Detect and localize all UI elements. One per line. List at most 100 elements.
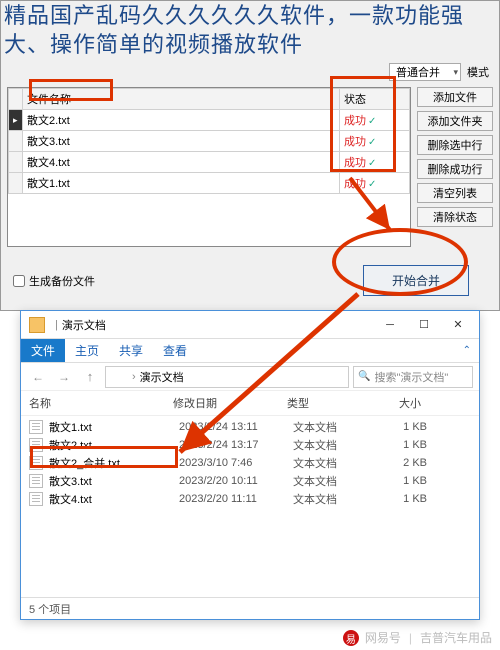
cell-status: 成功✓	[340, 152, 410, 173]
table-row[interactable]: 散文4.txt 成功✓	[9, 152, 410, 173]
file-icon	[29, 456, 43, 470]
file-icon	[29, 420, 43, 434]
watermark-credit: 网易号 | 吉普汽车用品	[343, 629, 492, 646]
col-filename[interactable]: 文件名称	[23, 89, 340, 110]
col-type[interactable]: 类型	[287, 395, 367, 411]
explorer-column-headers: 名称 修改日期 类型 大小	[21, 391, 479, 416]
window-minimize-button[interactable]: ─	[373, 313, 407, 337]
table-row[interactable]: 散文3.txt 成功✓	[9, 131, 410, 152]
cell-filename: 散文4.txt	[23, 152, 340, 173]
col-name[interactable]: 名称	[29, 395, 169, 411]
col-modified[interactable]: 修改日期	[173, 395, 283, 411]
cell-filename: 散文3.txt	[23, 131, 340, 152]
file-type: 文本文档	[293, 437, 373, 453]
file-name: 散文2.txt	[49, 437, 175, 453]
file-date: 2023/2/20 11:11	[179, 493, 289, 505]
ribbon-tab-file[interactable]: 文件	[21, 339, 65, 362]
file-icon	[29, 438, 43, 452]
explorer-statusbar: 5 个项目	[21, 597, 479, 619]
remove-success-button[interactable]: 删除成功行	[417, 159, 493, 179]
search-icon: 🔍	[358, 371, 370, 382]
mode-combo-value: 普通合并	[396, 64, 440, 80]
cell-status: 成功✓	[340, 131, 410, 152]
cell-status: 成功✓	[340, 110, 410, 131]
explorer-window: | 演示文档 ─ ☐ ✕ 文件 主页 共享 查看 ⌃ ← → ↑ › 演示文档 …	[20, 310, 480, 620]
explorer-addressbar: ← → ↑ › 演示文档 🔍 搜索"演示文档"	[21, 363, 479, 391]
window-maximize-button[interactable]: ☐	[407, 313, 441, 337]
ribbon-tab-home[interactable]: 主页	[65, 339, 109, 362]
mode-combo[interactable]: 普通合并 ▾	[389, 63, 461, 81]
mode-label: 模式	[467, 64, 489, 80]
explorer-file-list: 散文1.txt 2023/2/24 13:11 文本文档 1 KB 散文2.tx…	[21, 416, 479, 510]
add-file-button[interactable]: 添加文件	[417, 87, 493, 107]
clear-list-button[interactable]: 清空列表	[417, 183, 493, 203]
file-date: 2023/3/10 7:46	[179, 457, 289, 469]
ribbon-expand-icon[interactable]: ⌃	[463, 345, 471, 356]
ribbon-tab-view[interactable]: 查看	[153, 339, 197, 362]
window-title: 演示文档	[62, 317, 106, 333]
check-icon: ✓	[366, 137, 376, 148]
nav-back-button[interactable]: ←	[27, 366, 49, 388]
cell-status: 成功✓	[340, 173, 410, 194]
file-row[interactable]: 散文3.txt 2023/2/20 10:11 文本文档 1 KB	[21, 472, 479, 490]
file-row[interactable]: 散文2_合并.txt 2023/3/10 7:46 文本文档 2 KB	[21, 454, 479, 472]
netease-logo-icon	[343, 630, 359, 646]
table-row[interactable]: 散文2.txt 成功✓	[9, 110, 410, 131]
add-folder-button[interactable]: 添加文件夹	[417, 111, 493, 131]
file-name: 散文2_合并.txt	[49, 455, 175, 471]
file-type: 文本文档	[293, 455, 373, 471]
file-table: 文件名称 状态 散文2.txt 成功✓ 散文3.txt 成功✓	[7, 87, 411, 247]
remove-selected-button[interactable]: 删除选中行	[417, 135, 493, 155]
watermark-author: 吉普汽车用品	[420, 629, 492, 646]
check-icon: ✓	[366, 179, 376, 190]
file-name: 散文1.txt	[49, 419, 175, 435]
file-size: 1 KB	[377, 493, 427, 505]
file-size: 1 KB	[377, 475, 427, 487]
file-date: 2023/2/20 10:11	[179, 475, 289, 487]
search-placeholder: 搜索"演示文档"	[374, 369, 448, 385]
file-type: 文本文档	[293, 491, 373, 507]
status-item-count: 5 个项目	[29, 601, 71, 617]
cell-filename: 散文1.txt	[23, 173, 340, 194]
search-input[interactable]: 🔍 搜索"演示文档"	[353, 366, 473, 388]
backup-checkbox[interactable]: 生成备份文件	[13, 273, 95, 289]
backup-checkbox-input[interactable]	[13, 275, 25, 287]
breadcrumb[interactable]: › 演示文档	[105, 366, 349, 388]
cell-filename: 散文2.txt	[23, 110, 340, 131]
explorer-titlebar: | 演示文档 ─ ☐ ✕	[21, 311, 479, 339]
col-status[interactable]: 状态	[340, 89, 410, 110]
backup-checkbox-label: 生成备份文件	[29, 273, 95, 289]
file-date: 2023/2/24 13:17	[179, 439, 289, 451]
ribbon-tab-share[interactable]: 共享	[109, 339, 153, 362]
file-row[interactable]: 散文1.txt 2023/2/24 13:11 文本文档 1 KB	[21, 418, 479, 436]
file-row[interactable]: 散文2.txt 2023/2/24 13:17 文本文档 1 KB	[21, 436, 479, 454]
window-close-button[interactable]: ✕	[441, 313, 475, 337]
file-size: 1 KB	[377, 439, 427, 451]
check-icon: ✓	[366, 116, 376, 127]
file-date: 2023/2/24 13:11	[179, 421, 289, 433]
article-heading: 精品国产乱码久久久久久久软件，一款功能强大、操作简单的视频播放软件	[0, 0, 500, 61]
nav-up-button[interactable]: ↑	[79, 366, 101, 388]
nav-forward-button[interactable]: →	[53, 366, 75, 388]
table-row[interactable]: 散文1.txt 成功✓	[9, 173, 410, 194]
file-row[interactable]: 散文4.txt 2023/2/20 11:11 文本文档 1 KB	[21, 490, 479, 508]
clear-status-button[interactable]: 清除状态	[417, 207, 493, 227]
watermark-brand: 网易号	[365, 629, 401, 646]
file-type: 文本文档	[293, 419, 373, 435]
file-icon	[29, 474, 43, 488]
start-merge-button[interactable]: 开始合并	[363, 265, 469, 296]
file-icon	[29, 492, 43, 506]
file-name: 散文4.txt	[49, 491, 175, 507]
col-size[interactable]: 大小	[371, 395, 421, 411]
folder-icon	[29, 317, 45, 333]
file-type: 文本文档	[293, 473, 373, 489]
check-icon: ✓	[366, 158, 376, 169]
breadcrumb-folder: 演示文档	[140, 369, 184, 385]
folder-icon	[110, 370, 124, 384]
file-size: 2 KB	[377, 457, 427, 469]
file-size: 1 KB	[377, 421, 427, 433]
file-name: 散文3.txt	[49, 473, 175, 489]
explorer-ribbon: 文件 主页 共享 查看 ⌃	[21, 339, 479, 363]
table-rowhead-col	[9, 89, 23, 110]
chevron-down-icon: ▾	[449, 67, 458, 78]
